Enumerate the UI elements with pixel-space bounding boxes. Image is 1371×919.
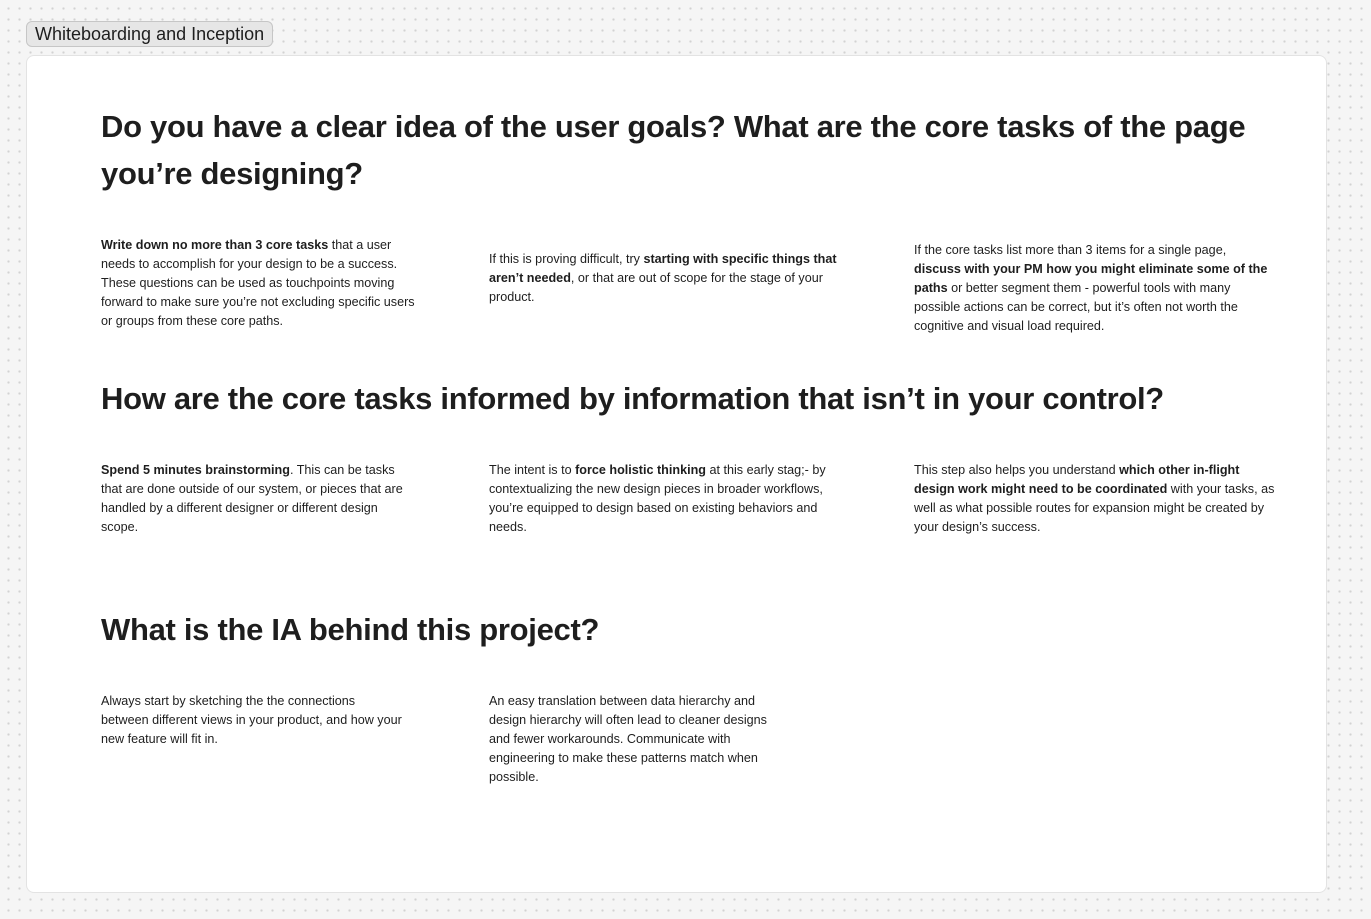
section-heading-external-information: How are the core tasks informed by infor…	[101, 381, 1164, 416]
note-discuss-with-pm-text: or better segment them - powerful tools …	[914, 281, 1238, 333]
note-core-tasks-emphasis: Write down no more than 3 core tasks	[101, 238, 329, 252]
whiteboard-frame: Do you have a clear idea of the user goa…	[26, 55, 1327, 893]
note-sketch-connections: Always start by sketching the the connec…	[101, 692, 403, 749]
note-holistic-thinking-lead: The intent is to	[489, 463, 576, 477]
note-in-flight-work-lead: This step also helps you understand	[914, 463, 1120, 477]
note-sketch-connections-text: Always start by sketching the the connec…	[101, 694, 402, 746]
note-data-hierarchy: An easy translation between data hierarc…	[489, 692, 789, 787]
note-data-hierarchy-text: An easy translation between data hierarc…	[489, 694, 767, 784]
note-discuss-with-pm: If the core tasks list more than 3 items…	[914, 241, 1276, 336]
note-holistic-thinking: The intent is to force holistic thinking…	[489, 461, 849, 537]
note-in-flight-work: This step also helps you understand whic…	[914, 461, 1276, 537]
section-heading-ia: What is the IA behind this project?	[101, 612, 600, 647]
frame-label[interactable]: Whiteboarding and Inception	[26, 21, 274, 47]
note-out-of-scope-lead: If this is proving difficult, try	[489, 252, 644, 266]
note-holistic-thinking-emphasis: force holistic thinking	[575, 463, 706, 477]
note-out-of-scope: If this is proving difficult, try starti…	[489, 250, 849, 307]
note-core-tasks: Write down no more than 3 core tasks tha…	[101, 236, 419, 331]
section-heading-user-goals: Do you have a clear idea of the user goa…	[101, 109, 1246, 191]
note-brainstorming: Spend 5 minutes brainstorming. This can …	[101, 461, 411, 537]
note-discuss-with-pm-lead: If the core tasks list more than 3 items…	[914, 243, 1227, 257]
note-brainstorming-emphasis: Spend 5 minutes brainstorming	[101, 463, 290, 477]
